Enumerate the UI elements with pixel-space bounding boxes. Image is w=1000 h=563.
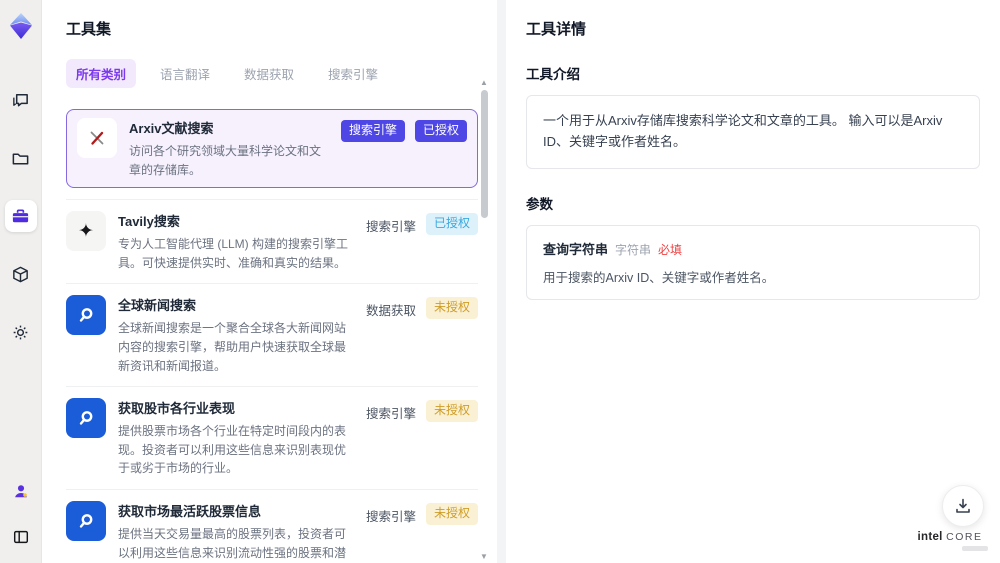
arxiv-icon	[77, 118, 117, 158]
page-title: 工具集	[66, 21, 112, 38]
param-type: 字符串	[615, 242, 652, 257]
tool-desc: 访问各个研究领域大量科学论文和文章的存储库。	[129, 144, 322, 177]
tool-detail-panel: 工具详情 工具介绍 一个用于从Arxiv存储库搜索科学论文和文章的工具。 输入可…	[506, 0, 1000, 563]
scrollbar-down-arrow[interactable]: ▼	[480, 552, 488, 561]
sidebar-item-chat[interactable]	[5, 84, 37, 116]
download-icon	[953, 496, 973, 516]
auth-status-badge: 未授权	[425, 400, 478, 422]
category-badge: 搜索引擎	[340, 120, 405, 142]
selected-tool-card[interactable]: Arxiv文献搜索 访问各个研究领域大量科学论文和文章的存储库。 搜索引擎 已授…	[66, 109, 478, 189]
list-item[interactable]: 获取股市各行业表现 提供股票市场各个行业在特定时间段内的表现。投资者可以利用这些…	[66, 387, 478, 490]
intro-box: 一个用于从Arxiv存储库搜索科学论文和文章的工具。 输入可以是Arxiv ID…	[526, 95, 980, 169]
tab-data-acquisition[interactable]: 数据获取	[234, 59, 304, 88]
intel-core-logo: intel CORE	[912, 531, 988, 551]
param-card: 查询字符串 字符串 必填 用于搜索的Arxiv ID、关键字或作者姓名。	[526, 224, 980, 300]
tool-name: Tavily搜索	[118, 214, 180, 230]
tab-all-categories[interactable]: 所有类别	[66, 59, 137, 88]
stock-search-icon	[66, 398, 106, 439]
list-item[interactable]: Arxiv文献搜索 访问各个研究领域大量科学论文和文章的存储库。 搜索引擎 已授…	[66, 98, 478, 201]
list-item[interactable]: 全球新闻搜索 全球新闻搜索是一个聚合全球各大新闻网站内容的搜索引擎，帮助用户快速…	[66, 284, 478, 388]
param-required-flag: 必填	[658, 242, 683, 257]
tool-name: 获取市场最活跃股票信息	[118, 503, 262, 519]
toolbox-icon	[11, 207, 30, 226]
panel-toggle-icon	[12, 528, 30, 546]
tab-search-engine[interactable]: 搜索引擎	[318, 59, 388, 88]
tool-desc: 提供当天交易量最高的股票列表，投资者可以利用这些信息来识别流动性强的股票和潜在的…	[118, 526, 347, 560]
sidebar-item-tools[interactable]	[4, 200, 37, 232]
category-label: 搜索引擎	[365, 220, 416, 235]
list-item[interactable]: 获取市场最活跃股票信息 提供当天交易量最高的股票列表，投资者可以利用这些信息来识…	[66, 490, 478, 563]
sidebar-item-files[interactable]	[5, 142, 37, 174]
category-tabs: 所有类别 语言翻译 数据获取 搜索引擎	[66, 59, 497, 88]
collapse-sidebar-button[interactable]	[5, 521, 37, 553]
sidebar	[0, 0, 42, 563]
tool-desc: 提供股票市场各个行业在特定时间段内的表现。投资者可以利用这些信息来识别表现优于或…	[118, 424, 347, 476]
auth-status-badge: 未授权	[425, 297, 478, 319]
tool-desc: 全球新闻搜索是一个聚合全球各大新闻网站内容的搜索引擎，帮助用户快速获取全球最新资…	[118, 321, 347, 373]
user-icon	[12, 482, 30, 500]
panel-divider	[497, 0, 506, 563]
category-label: 搜索引擎	[365, 509, 416, 524]
param-desc: 用于搜索的Arxiv ID、关键字或作者姓名。	[543, 270, 775, 285]
sidebar-item-settings[interactable]	[5, 316, 37, 348]
news-search-icon	[66, 295, 106, 336]
list-item[interactable]: ✦ Tavily搜索 专为人工智能代理 (LLM) 构建的搜索引擎工具。可快速提…	[66, 200, 478, 285]
package-icon	[11, 265, 30, 284]
scrollbar-up-arrow[interactable]: ▲	[480, 78, 488, 87]
tool-name: Arxiv文献搜索	[129, 121, 214, 136]
list-scrollbar[interactable]: ▲ ▼	[480, 78, 488, 561]
auth-status-badge: 未授权	[425, 502, 478, 525]
tool-desc: 专为人工智能代理 (LLM) 构建的搜索引擎工具。可快速提供实时、准确和真实的结…	[118, 237, 349, 270]
tab-language-translation[interactable]: 语言翻译	[150, 59, 220, 88]
brand-mark	[962, 546, 988, 551]
folder-icon	[11, 149, 30, 168]
auth-status-badge: 已授权	[425, 213, 478, 235]
auth-status-badge: 已授权	[414, 120, 467, 142]
param-name: 查询字符串	[543, 241, 609, 257]
intro-heading: 工具介绍	[526, 67, 580, 82]
app-window: 工具集 所有类别 语言翻译 数据获取 搜索引擎 Arxiv文献搜索 访问各个研究…	[0, 0, 1000, 563]
tool-name: 全球新闻搜索	[118, 298, 197, 314]
tavily-star-icon: ✦	[66, 211, 106, 252]
params-heading: 参数	[526, 196, 553, 212]
tool-list-panel: 工具集 所有类别 语言翻译 数据获取 搜索引擎 Arxiv文献搜索 访问各个研究…	[42, 0, 497, 563]
stock-search-icon	[66, 500, 106, 541]
sidebar-item-plugins[interactable]	[5, 258, 37, 290]
category-label: 数据获取	[365, 304, 416, 319]
brand-intel: intel	[917, 531, 943, 543]
app-logo-icon	[7, 12, 35, 40]
sidebar-item-account[interactable]	[5, 475, 37, 507]
brand-core: CORE	[946, 531, 983, 543]
gear-icon	[11, 323, 30, 342]
chat-icon	[11, 91, 30, 110]
detail-title: 工具详情	[526, 21, 587, 38]
scrollbar-thumb[interactable]	[481, 90, 488, 218]
tool-name: 获取股市各行业表现	[118, 401, 236, 417]
category-label: 搜索引擎	[365, 407, 416, 422]
tool-list: Arxiv文献搜索 访问各个研究领域大量科学论文和文章的存储库。 搜索引擎 已授…	[66, 98, 478, 563]
download-button[interactable]	[942, 485, 984, 527]
